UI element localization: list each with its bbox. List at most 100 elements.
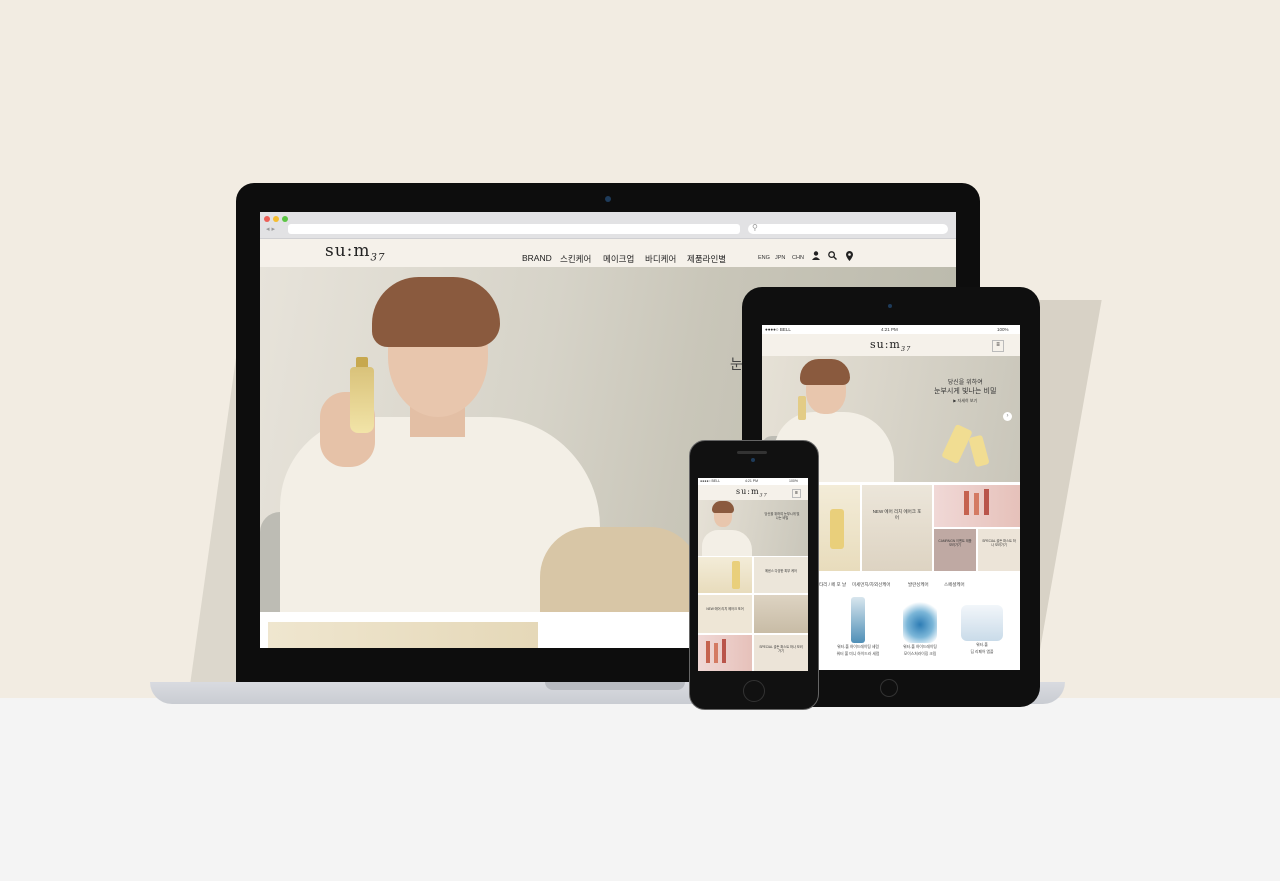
status-time: 4:21 PM <box>881 327 898 332</box>
phone-logo[interactable]: su:m37 <box>736 487 768 499</box>
product-name: 워터-풀 하이드레이팅 <box>903 645 937 649</box>
phone-home-button[interactable] <box>743 680 765 702</box>
tile-text: SPECIAL 골든 퍼스트 하나 보러가기 <box>759 645 803 654</box>
status-battery: 100% <box>789 479 798 483</box>
tile-text: CAMPAIGN 이벤트 제품 보러가기 <box>938 539 972 548</box>
product-bottle-large <box>941 423 973 465</box>
phone-tile-product[interactable] <box>698 557 752 593</box>
logo-sub: 37 <box>759 493 768 499</box>
product-subname: 모이스처라이징 크림 <box>903 652 937 656</box>
phone-tile-texture[interactable] <box>754 595 808 633</box>
phone-tile-new[interactable]: NEW 에어 리치 에어크 포어 <box>698 595 752 633</box>
search-icon: ⚲ <box>752 223 758 232</box>
close-dot[interactable] <box>264 216 270 222</box>
logo-sub: 37 <box>900 345 912 354</box>
laptop-notch <box>545 682 685 690</box>
logo-text: su:m <box>870 338 901 351</box>
lang-jpn[interactable]: JPN <box>775 255 785 261</box>
address-bar[interactable] <box>288 224 740 234</box>
back-forward-icon[interactable]: ◂ ▸ <box>266 225 275 233</box>
tablet-camera <box>888 304 892 308</box>
tablet-logo[interactable]: su:m37 <box>870 338 911 353</box>
minimize-dot[interactable] <box>273 216 279 222</box>
status-battery: 100% <box>997 327 1009 332</box>
hero-line-2: 눈부시게 빛나는 비밀 <box>934 387 997 395</box>
grid-tile-special[interactable]: SPECIAL 골든 퍼스트 하나 보러가기 <box>978 529 1020 571</box>
product-image <box>903 597 937 643</box>
status-carrier: ●●●●○ BELL <box>700 479 721 483</box>
hero-model-hair <box>372 277 500 347</box>
phone-screen: ●●●●○ BELL 4:21 PM 100% su:m37 ≡ 당신을 위하여… <box>698 478 808 671</box>
product-subname: 딥 리페어 앰플 <box>970 650 994 654</box>
lipstick-1 <box>706 641 710 663</box>
tab-uv-care[interactable]: 미세먼지/자외선케어 <box>852 582 891 588</box>
user-icon[interactable] <box>812 251 820 262</box>
tile-text: NEW 에어 리치 에어크 포어 <box>706 607 744 611</box>
nav-bodycare[interactable]: 바디케어 <box>645 253 676 265</box>
tablet-status-bar: ●●●●○ BELL 4:21 PM 100% <box>762 325 1020 334</box>
phone-hero-text: 당신을 위하여 눈부시게 빛나는 비밀 <box>764 512 800 521</box>
phone-hero[interactable]: 당신을 위하여 눈부시게 빛나는 비밀 <box>698 500 808 556</box>
hero-link[interactable]: ▶ 자세히 보기 <box>934 396 996 405</box>
status-carrier: ●●●●○ BELL <box>765 327 791 332</box>
hero-line-1: 당신을 위하여 <box>947 379 983 386</box>
product-name: 워터-풀 하이드레이팅 세럼 <box>837 645 879 649</box>
browser-search-bar[interactable]: ⚲ <box>748 223 948 234</box>
tablet-site-header: su:m37 ≡ <box>762 334 1020 356</box>
search-icon[interactable] <box>828 251 837 262</box>
nav-skincare[interactable]: 스킨케어 <box>560 253 591 265</box>
tab-special-care[interactable]: 스페셜케어 <box>944 582 965 588</box>
phone-site-header: su:m37 ≡ <box>698 485 808 500</box>
lipstick-3 <box>722 639 726 663</box>
product-card[interactable]: 워터-풀 딥 리페어 앰플 <box>954 597 1010 670</box>
location-icon[interactable] <box>846 251 853 263</box>
tablet-hero-text: 당신을 위하여 눈부시게 빛나는 비밀 ▶ 자세히 보기 <box>934 378 996 405</box>
phone-speaker <box>737 451 767 454</box>
tablet-home-button[interactable] <box>880 679 898 697</box>
product-card[interactable]: 워터-풀 하이드레이팅 모이스처라이징 크림 <box>892 597 948 670</box>
grid-tile-new[interactable]: NEW 에어 리치 에어크 포어 <box>862 485 932 571</box>
status-time: 4:21 PM <box>745 479 759 483</box>
lipstick-2 <box>714 643 718 663</box>
product-name: 워터-풀 <box>976 643 988 647</box>
tile-bottle <box>830 509 844 549</box>
maximize-dot[interactable] <box>282 216 288 222</box>
product-bottle-small <box>968 434 990 468</box>
product-card[interactable]: 워터-풀 하이드레이팅 세럼 워터 풀 미니 하이드라 세럼 <box>830 597 886 670</box>
grid-tile-lipstick[interactable] <box>934 485 1020 527</box>
product-bottle <box>350 367 374 433</box>
background-floor <box>0 698 1280 881</box>
nav-brand[interactable]: BRAND <box>522 253 552 263</box>
product-subname: 워터 풀 미니 하이드라 세럼 <box>836 652 880 656</box>
product-bottle <box>798 396 806 420</box>
phone-tile-essence[interactable]: 에센스 다양한 피부 케어 <box>754 557 808 593</box>
laptop-camera <box>605 196 611 202</box>
browser-chrome: ◂ ▸ ⚲ <box>260 212 956 239</box>
carousel-next-icon[interactable]: › <box>1003 412 1012 421</box>
hero-model-pants <box>540 527 700 612</box>
logo-text: su:m <box>736 487 760 496</box>
site-logo[interactable]: su:m37 <box>325 241 386 263</box>
hamburger-menu-icon[interactable]: ≡ <box>992 340 1004 352</box>
lang-eng[interactable]: ENG <box>758 255 770 261</box>
nav-makeup[interactable]: 메이크업 <box>603 253 634 265</box>
grid-tile-product[interactable] <box>818 485 860 571</box>
grid-tile-campaign[interactable]: CAMPAIGN 이벤트 제품 보러가기 <box>934 529 976 571</box>
phone-tile-special[interactable]: SPECIAL 골든 퍼스트 하나 보러가기 <box>754 635 808 671</box>
site-header: su:m37 BRAND 스킨케어 메이크업 바디케어 제품라인별 ENG JP… <box>260 239 956 267</box>
tab-balancing-care[interactable]: 발란싱케어 <box>908 582 929 588</box>
product-image <box>851 597 865 643</box>
hero-headline: 눈 <box>730 357 743 373</box>
lipstick-2 <box>974 493 979 515</box>
lang-chn[interactable]: CHN <box>792 255 804 261</box>
phone-tile-lipstick[interactable] <box>698 635 752 671</box>
promo-banner[interactable] <box>268 622 538 648</box>
hero-model-hair <box>800 359 850 385</box>
lipstick-3 <box>984 489 989 515</box>
nav-product-lines[interactable]: 제품라인별 <box>687 253 726 265</box>
product-image <box>961 605 1003 641</box>
tile-text: 에센스 다양한 피부 케어 <box>765 569 797 573</box>
tile-bottle <box>732 561 740 589</box>
hamburger-menu-icon[interactable]: ≡ <box>792 489 801 498</box>
lipstick-1 <box>964 491 969 515</box>
